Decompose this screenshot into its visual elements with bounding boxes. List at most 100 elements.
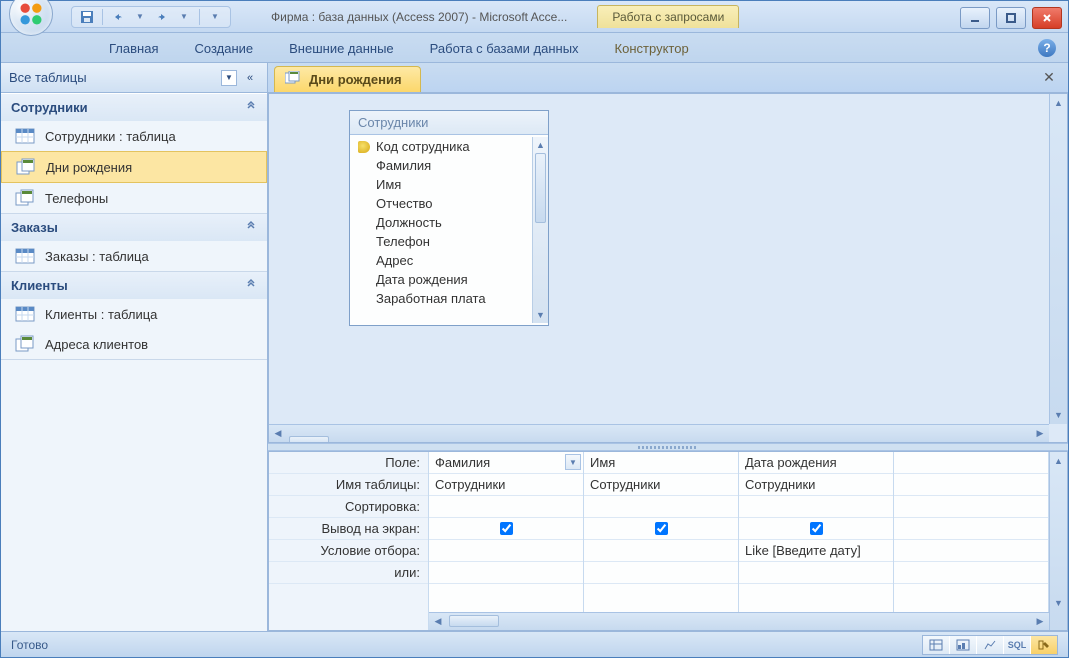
dropdown-arrow-icon[interactable]: ▼ — [565, 454, 581, 470]
navpane-filter-dropdown[interactable]: ▼ — [221, 70, 237, 86]
nav-item[interactable]: Сотрудники : таблица — [1, 121, 267, 151]
grid-hscrollbar[interactable]: ◀ ▶ — [429, 612, 1049, 630]
grid-cell[interactable] — [584, 496, 738, 518]
grid-cell[interactable] — [429, 540, 583, 562]
view-design-button[interactable] — [1031, 636, 1057, 654]
qat-customize-icon[interactable]: ▼ — [206, 8, 224, 26]
scroll-left-icon[interactable]: ◀ — [429, 613, 447, 630]
grid-cell[interactable]: Фамилия▼ — [429, 452, 583, 474]
grid-cell[interactable]: Сотрудники — [584, 474, 738, 496]
grid-cell[interactable] — [584, 562, 738, 584]
nav-item[interactable]: Адреса клиентов — [1, 329, 267, 359]
query-design-surface[interactable]: Сотрудники Код сотрудникаФамилияИмяОтчес… — [268, 93, 1068, 443]
horizontal-splitter[interactable] — [268, 443, 1068, 451]
grid-cell[interactable] — [739, 562, 893, 584]
minimize-button[interactable] — [960, 7, 990, 29]
grid-cell[interactable]: Дата рождения — [739, 452, 893, 474]
undo-dropdown-icon[interactable]: ▼ — [131, 8, 149, 26]
scroll-left-icon[interactable]: ◀ — [269, 425, 287, 442]
grid-cell[interactable] — [894, 562, 1048, 584]
field-list-scrollbar[interactable]: ▲ ▼ — [532, 137, 548, 323]
design-hscrollbar[interactable]: ◀ ▶ — [269, 424, 1049, 442]
grid-row-label: Имя таблицы: — [269, 474, 428, 496]
grid-cell[interactable]: Сотрудники — [429, 474, 583, 496]
grid-cell[interactable]: Сотрудники — [739, 474, 893, 496]
nav-item[interactable]: Телефоны — [1, 183, 267, 213]
close-button[interactable] — [1032, 7, 1062, 29]
scroll-up-icon[interactable]: ▲ — [1050, 94, 1067, 112]
ribbon-tab-external[interactable]: Внешние данные — [271, 35, 412, 62]
scroll-thumb[interactable] — [289, 436, 329, 444]
show-checkbox[interactable] — [655, 522, 668, 535]
field-item[interactable]: Адрес — [350, 251, 532, 270]
grid-row-label: Вывод на экран: — [269, 518, 428, 540]
nav-group-header[interactable]: Клиенты — [1, 272, 267, 299]
ribbon-tab-dbtools[interactable]: Работа с базами данных — [412, 35, 597, 62]
nav-item[interactable]: Дни рождения — [1, 151, 267, 183]
grid-column: ИмяСотрудники — [584, 452, 739, 630]
field-item[interactable]: Дата рождения — [350, 270, 532, 289]
view-sql-button[interactable]: SQL — [1004, 636, 1030, 654]
ribbon-tab-home[interactable]: Главная — [91, 35, 176, 62]
navpane-header[interactable]: Все таблицы ▼ « — [1, 63, 267, 93]
field-item[interactable]: Телефон — [350, 232, 532, 251]
save-icon[interactable] — [78, 8, 96, 26]
field-item[interactable]: Имя — [350, 175, 532, 194]
grid-cell[interactable]: Like [Введите дату] — [739, 540, 893, 562]
document-close-button[interactable]: ✕ — [1040, 69, 1058, 87]
scroll-thumb[interactable] — [449, 615, 499, 627]
nav-item[interactable]: Заказы : таблица — [1, 241, 267, 271]
ribbon-tab-design[interactable]: Конструктор — [597, 35, 707, 62]
document-tab[interactable]: Дни рождения — [274, 66, 421, 92]
nav-group-header[interactable]: Заказы — [1, 214, 267, 241]
grid-cell[interactable] — [739, 518, 893, 540]
field-item[interactable]: Заработная плата — [350, 289, 532, 308]
grid-cell[interactable]: Имя — [584, 452, 738, 474]
scroll-down-icon[interactable]: ▼ — [1050, 594, 1067, 612]
scroll-right-icon[interactable]: ▶ — [1031, 425, 1049, 442]
show-checkbox[interactable] — [500, 522, 513, 535]
office-button[interactable] — [9, 0, 53, 36]
table-field-list[interactable]: Сотрудники Код сотрудникаФамилияИмяОтчес… — [349, 110, 549, 326]
nav-item-label: Сотрудники : таблица — [45, 129, 176, 144]
scroll-down-icon[interactable]: ▼ — [1050, 406, 1067, 424]
grid-cell[interactable] — [894, 518, 1048, 540]
grid-cell[interactable] — [894, 496, 1048, 518]
grid-cell[interactable] — [894, 540, 1048, 562]
view-pivot-button[interactable] — [950, 636, 976, 654]
grid-vscrollbar[interactable]: ▲ ▼ — [1049, 452, 1067, 630]
scroll-thumb[interactable] — [535, 153, 546, 223]
grid-cell[interactable] — [429, 518, 583, 540]
navpane-collapse-button[interactable]: « — [241, 69, 259, 87]
view-datasheet-button[interactable] — [923, 636, 949, 654]
grid-cell[interactable] — [739, 496, 893, 518]
redo-icon[interactable] — [153, 8, 171, 26]
grid-cell[interactable] — [894, 452, 1048, 474]
field-item[interactable]: Код сотрудника — [350, 137, 532, 156]
field-item[interactable]: Отчество — [350, 194, 532, 213]
context-tab[interactable]: Работа с запросами — [597, 5, 739, 28]
help-icon[interactable]: ? — [1038, 39, 1056, 57]
grid-cell[interactable] — [429, 496, 583, 518]
scroll-up-icon[interactable]: ▲ — [1050, 452, 1067, 470]
redo-dropdown-icon[interactable]: ▼ — [175, 8, 193, 26]
grid-cell[interactable] — [584, 518, 738, 540]
undo-icon[interactable] — [109, 8, 127, 26]
field-item[interactable]: Должность — [350, 213, 532, 232]
maximize-button[interactable] — [996, 7, 1026, 29]
nav-group-header[interactable]: Сотрудники — [1, 94, 267, 121]
grid-cell[interactable] — [584, 540, 738, 562]
field-item[interactable]: Фамилия — [350, 156, 532, 175]
scroll-right-icon[interactable]: ▶ — [1031, 613, 1049, 630]
nav-item[interactable]: Клиенты : таблица — [1, 299, 267, 329]
view-chart-button[interactable] — [977, 636, 1003, 654]
grid-cell[interactable] — [894, 474, 1048, 496]
scroll-up-icon[interactable]: ▲ — [533, 137, 548, 153]
document-area: Дни рождения ✕ Сотрудники Код сотрудника… — [268, 63, 1068, 631]
show-checkbox[interactable] — [810, 522, 823, 535]
design-vscrollbar[interactable]: ▲ ▼ — [1049, 94, 1067, 424]
scroll-down-icon[interactable]: ▼ — [533, 307, 548, 323]
document-tab-label: Дни рождения — [309, 72, 402, 87]
ribbon-tab-create[interactable]: Создание — [176, 35, 271, 62]
grid-cell[interactable] — [429, 562, 583, 584]
